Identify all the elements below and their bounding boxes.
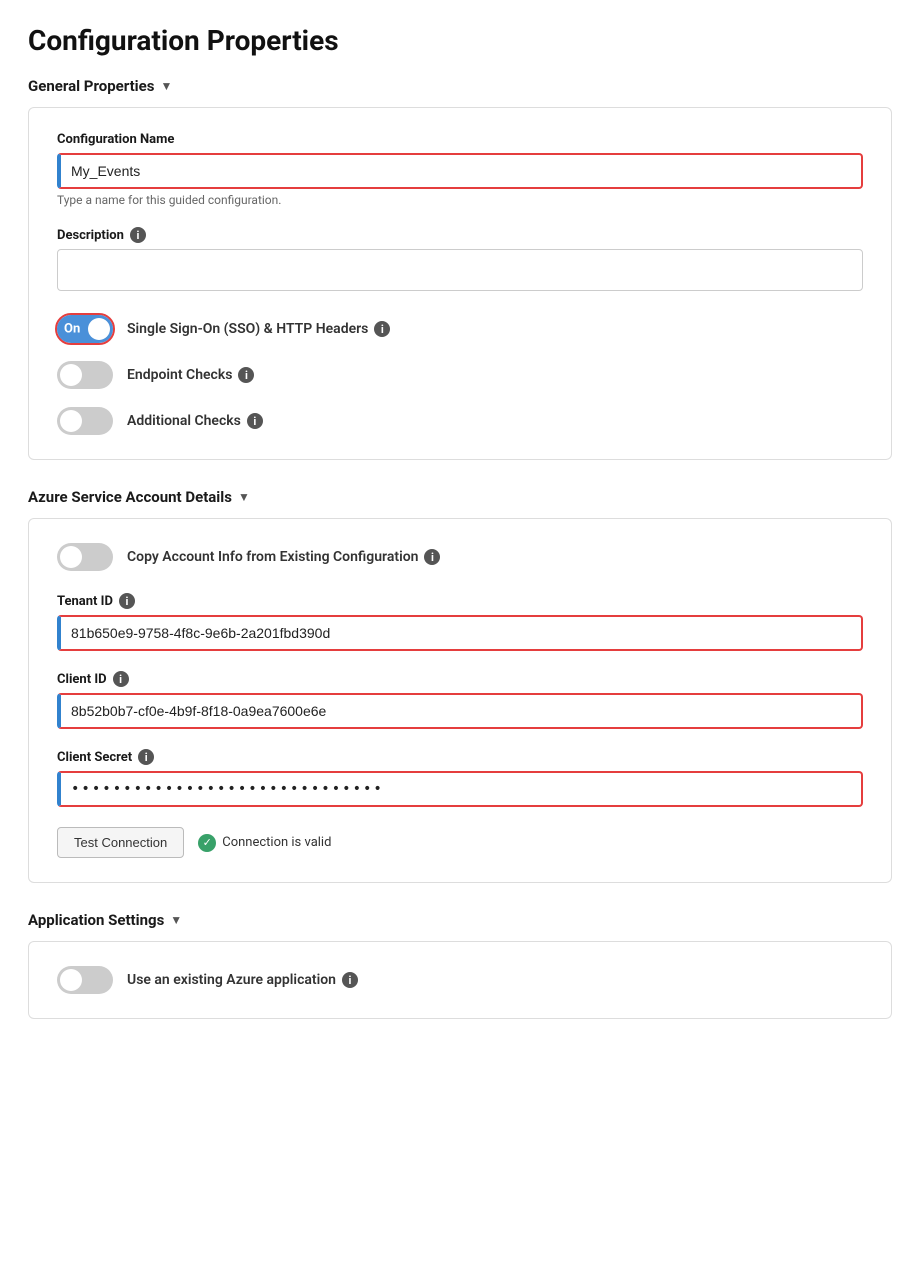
client-id-group: Client ID i: [57, 671, 863, 729]
azure-details-arrow: ▼: [238, 490, 250, 504]
azure-details-box: Copy Account Info from Existing Configur…: [28, 518, 892, 883]
tenant-id-input[interactable]: [57, 615, 863, 651]
general-properties-box: Configuration Name Type a name for this …: [28, 107, 892, 460]
config-name-input[interactable]: [57, 153, 863, 189]
use-existing-toggle-row: Use an existing Azure application i: [57, 966, 863, 994]
general-properties-section: General Properties ▼ Configuration Name …: [28, 77, 892, 460]
tenant-id-label: Tenant ID i: [57, 593, 863, 609]
endpoint-info-icon[interactable]: i: [238, 367, 254, 383]
description-input[interactable]: [57, 249, 863, 291]
additional-info-icon[interactable]: i: [247, 413, 263, 429]
tenant-id-group: Tenant ID i: [57, 593, 863, 651]
page-title: Configuration Properties: [28, 24, 892, 57]
use-existing-toggle[interactable]: [57, 966, 113, 994]
config-name-hint: Type a name for this guided configuratio…: [57, 193, 863, 207]
general-properties-label: General Properties: [28, 77, 154, 95]
endpoint-toggle-slider: [57, 361, 113, 389]
copy-account-toggle[interactable]: [57, 543, 113, 571]
config-name-label: Configuration Name: [57, 132, 863, 147]
copy-account-info-icon[interactable]: i: [424, 549, 440, 565]
client-id-input[interactable]: [57, 693, 863, 729]
sso-info-icon[interactable]: i: [374, 321, 390, 337]
description-group: Description i: [57, 227, 863, 295]
description-info-icon[interactable]: i: [130, 227, 146, 243]
connection-valid-badge: ✓ Connection is valid: [198, 834, 331, 852]
use-existing-toggle-slider: [57, 966, 113, 994]
app-settings-box: Use an existing Azure application i: [28, 941, 892, 1019]
tenant-id-info-icon[interactable]: i: [119, 593, 135, 609]
sso-toggle-row: On Single Sign-On (SSO) & HTTP Headers i: [57, 315, 863, 343]
azure-details-header[interactable]: Azure Service Account Details ▼: [28, 488, 892, 506]
use-existing-label: Use an existing Azure application i: [127, 972, 358, 988]
client-secret-group: Client Secret i: [57, 749, 863, 807]
endpoint-label: Endpoint Checks i: [127, 367, 254, 383]
additional-label: Additional Checks i: [127, 413, 263, 429]
copy-account-row: Copy Account Info from Existing Configur…: [57, 543, 863, 571]
additional-toggle-slider: [57, 407, 113, 435]
azure-details-label: Azure Service Account Details: [28, 488, 232, 506]
client-secret-label: Client Secret i: [57, 749, 863, 765]
app-settings-label: Application Settings: [28, 911, 164, 929]
config-name-group: Configuration Name Type a name for this …: [57, 132, 863, 207]
additional-toggle[interactable]: [57, 407, 113, 435]
azure-details-section: Azure Service Account Details ▼ Copy Acc…: [28, 488, 892, 883]
app-settings-arrow: ▼: [170, 913, 182, 927]
connection-valid-icon: ✓: [198, 834, 216, 852]
use-existing-info-icon[interactable]: i: [342, 972, 358, 988]
general-properties-arrow: ▼: [160, 79, 172, 93]
app-settings-section: Application Settings ▼ Use an existing A…: [28, 911, 892, 1019]
connection-valid-text: Connection is valid: [222, 835, 331, 850]
sso-toggle-slider: [57, 315, 113, 343]
additional-toggle-row: Additional Checks i: [57, 407, 863, 435]
sso-label: Single Sign-On (SSO) & HTTP Headers i: [127, 321, 390, 337]
test-connection-button[interactable]: Test Connection: [57, 827, 184, 858]
description-label: Description i: [57, 227, 863, 243]
connection-row: Test Connection ✓ Connection is valid: [57, 827, 863, 858]
client-secret-info-icon[interactable]: i: [138, 749, 154, 765]
sso-toggle[interactable]: On: [57, 315, 113, 343]
copy-account-label: Copy Account Info from Existing Configur…: [127, 549, 440, 565]
client-secret-input[interactable]: [57, 771, 863, 807]
general-properties-header[interactable]: General Properties ▼: [28, 77, 892, 95]
client-id-label: Client ID i: [57, 671, 863, 687]
endpoint-toggle-row: Endpoint Checks i: [57, 361, 863, 389]
copy-account-toggle-slider: [57, 543, 113, 571]
client-id-info-icon[interactable]: i: [113, 671, 129, 687]
app-settings-header[interactable]: Application Settings ▼: [28, 911, 892, 929]
endpoint-toggle[interactable]: [57, 361, 113, 389]
